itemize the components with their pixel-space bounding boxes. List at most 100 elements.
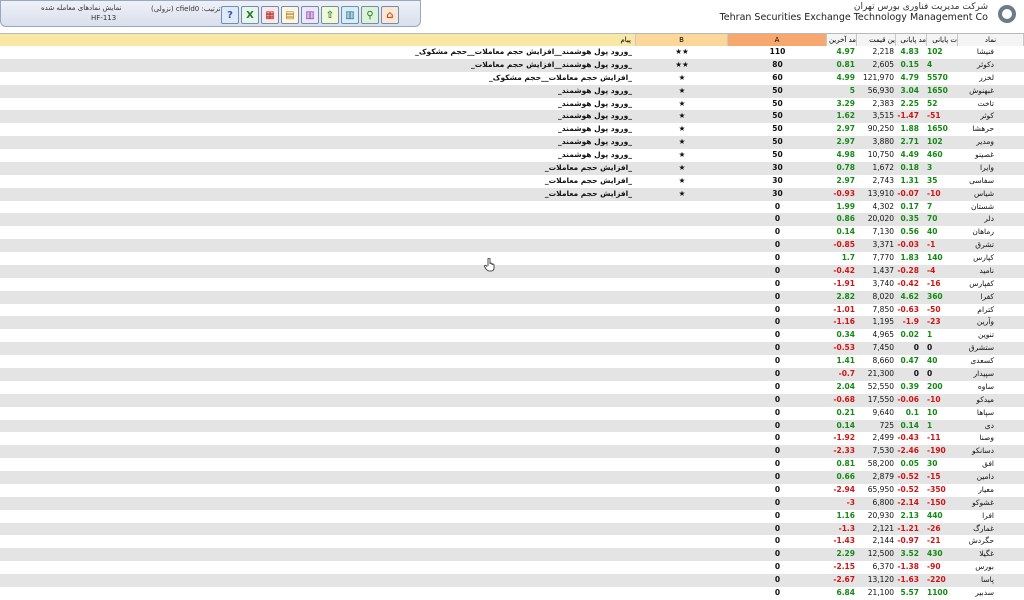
table-row[interactable]: _افزایش حجم معاملات_ ★ 30 0.78 1,672 0.18 3 وای…	[0, 161, 1024, 175]
table-row[interactable]: _ورود پول هوشمند_ ★ 50 1.62 3,515 -1.47 -51 کوث…	[0, 110, 1024, 124]
column-header-last-price[interactable]: ین قیمت	[857, 34, 896, 46]
cell-a: 0	[774, 240, 781, 250]
table-row[interactable]: 0 0.81 58,200 0.05 30 افق	[0, 458, 1024, 472]
column-header-message[interactable]: پیام	[0, 34, 636, 46]
cell-message	[0, 535, 632, 548]
table-row[interactable]: 0 -0.42 1,437 -0.28 -4 نامید	[0, 264, 1024, 278]
cell-last-pct: -3	[846, 497, 855, 507]
table-row[interactable]: 0 0.21 9,640 0.1 10 سپاها	[0, 406, 1024, 420]
cell-a: 0	[774, 407, 781, 417]
table-row[interactable]: 0 -1.91 3,740 -0.42 -16 کفپارس	[0, 277, 1024, 291]
cell-a: 30	[772, 162, 783, 172]
column-header-b[interactable]: B	[636, 34, 728, 46]
cell-b	[636, 510, 728, 523]
column-header-symbol[interactable]: نماد	[958, 34, 1024, 46]
table-row[interactable]: 0 1.16 20,930 2.13 440 افرا	[0, 509, 1024, 523]
cell-close-pct: 0.17	[900, 201, 919, 211]
cell-close-pct: 4.83	[900, 47, 919, 56]
cell-b	[636, 316, 728, 329]
hand-cursor-icon	[484, 258, 495, 272]
cell-last-pct: 0.78	[836, 162, 855, 172]
table-row[interactable]: _ورود پول هوشمند__افزایش حجم معاملات_ ★★ 8…	[0, 58, 1024, 72]
table-row[interactable]: 0 -2.94 65,950 -0.52 -350 معیار	[0, 483, 1024, 497]
cell-close-pct: -1.9	[902, 317, 919, 327]
table-row[interactable]: 0 1.99 4,302 0.17 7 شستان	[0, 200, 1024, 214]
table-row[interactable]: 0 -0.68 17,550 -0.06 -10 میدکو	[0, 393, 1024, 407]
table-row[interactable]: 0 0.14 725 0.14 1 دی	[0, 419, 1024, 433]
table-row[interactable]: 0 -1.43 2,144 -0.97 -21 حگردش	[0, 535, 1024, 549]
cell-last-price: 4,965	[872, 330, 894, 340]
table-row[interactable]: 0 0.34 4,965 0.02 1 تنوین	[0, 329, 1024, 343]
table-row[interactable]: 0 -3 6,800 -2.14 -150 غشوکو	[0, 496, 1024, 510]
show-traded-label[interactable]: نمایش نمادهای معامله شده	[41, 4, 122, 12]
table-row[interactable]: 0 -2.67 13,120 -1.63 -220 پاسا	[0, 574, 1024, 587]
table-row[interactable]: _افزایش حجم معاملات_ ★ 30 -0.93 13,910 -0.07-…	[0, 187, 1024, 201]
table-row[interactable]: 0 0.86 20,020 0.35 70 دلر	[0, 213, 1024, 227]
table-row[interactable]: _ورود پول هوشمند_ ★ 50 2.97 3,880 2.71 102 ومدی…	[0, 136, 1024, 150]
cell-symbol: شستان	[970, 201, 994, 211]
cell-last-pct: -0.93	[833, 188, 855, 198]
table-row[interactable]: _ورود پول هوشمند__افزایش حجم معاملات__حج…	[0, 46, 1024, 59]
cell-last-price: 8,020	[872, 291, 894, 301]
cell-last-pct: -1.43	[833, 536, 855, 546]
table-row[interactable]: _ورود پول هوشمند_ ★ 50 2.97 90,250 1.88 1650 حر…	[0, 123, 1024, 137]
table-row[interactable]: 0 -1.01 7,850 -0.63 -50 کترام	[0, 303, 1024, 317]
cell-last-price: 8,660	[872, 356, 894, 366]
cell-b	[636, 239, 728, 252]
table-row[interactable]: 0 1.41 8,660 0.47 40 کسعدی	[0, 355, 1024, 368]
column-header-a[interactable]: A	[728, 34, 827, 46]
cell-last-price: 121,970	[862, 72, 894, 82]
cell-symbol: غگیلا	[979, 549, 994, 559]
table-row[interactable]: 0 1.7 7,770 1.83 140 کپارس	[0, 252, 1024, 265]
cell-symbol: حگردش	[968, 536, 994, 546]
cell-symbol: غصینو	[975, 150, 994, 160]
table-row[interactable]: 0 -2.33 7,530 -2.46 -190 دسانکو	[0, 445, 1024, 459]
cell-b	[636, 445, 728, 458]
preview-button[interactable]: ▤	[281, 6, 299, 24]
table-row[interactable]: _افزایش حجم معاملات_ ★ 30 2.97 2,743 1.31 35 سف…	[0, 174, 1024, 188]
table-row[interactable]: 0 -0.7 21,300 0 0 سپیدار	[0, 368, 1024, 381]
table-row[interactable]: 0 -1.3 2,121 -1.21 -26 غمارگ	[0, 522, 1024, 536]
table-row[interactable]: 0 2.82 8,020 4.62 360 کفرا	[0, 290, 1024, 304]
table-row[interactable]: 0 0.14 7,130 0.56 40 رماهان	[0, 226, 1024, 240]
table-row[interactable]: 0 -1.92 2,499 -0.43 -11 وصنا	[0, 432, 1024, 446]
table-row[interactable]: _ورود پول هوشمند_ ★ 50 3.29 2,383 2.25 52 تاخت	[0, 97, 1024, 111]
table-row[interactable]: 0 -0.53 7,450 0 0 ستشرق	[0, 342, 1024, 356]
table-row[interactable]: 0 2.29 12,500 3.52 430 غگیلا	[0, 548, 1024, 562]
column-header-last-pct[interactable]: مد آخرین	[827, 34, 857, 46]
cell-last-price: 9,640	[872, 407, 894, 417]
excel-button[interactable]: X	[241, 6, 259, 24]
cell-close-change: 40	[927, 356, 938, 366]
table-row[interactable]: _ورود پول هوشمند_ ★ 50 5 56,930 3.04 1650 غبهنو…	[0, 84, 1024, 98]
cell-last-price: 20,930	[867, 510, 894, 520]
column-header-close-change[interactable]: ت پایانی	[927, 34, 958, 46]
cell-close-change: -90	[927, 562, 941, 572]
cell-close-change: 7	[927, 201, 933, 211]
table-row[interactable]: 0 -0.85 3,371 -0.03 -1 تشرق	[0, 239, 1024, 253]
search-button[interactable]: ⚲	[361, 6, 379, 24]
cell-last-price: 56,930	[867, 85, 894, 95]
table-row[interactable]: 0 0.66 2,879 -0.52 -15 دامین	[0, 471, 1024, 484]
table-row[interactable]: _افزایش حجم معاملات__حجم مشکوک_ ★ 60 4.99 12…	[0, 71, 1024, 85]
cell-symbol: کوثر	[980, 111, 994, 121]
column-header-close-pct[interactable]: مد پایانی	[896, 34, 927, 46]
help-button[interactable]: ?	[221, 6, 239, 24]
home-button[interactable]: ⌂	[381, 6, 399, 24]
cell-last-price: 52,550	[867, 381, 894, 391]
cell-close-pct: 0	[913, 369, 919, 378]
cell-last-pct: 2.97	[836, 137, 855, 147]
table-button[interactable]: ▥	[301, 6, 319, 24]
cell-close-pct: 0.35	[900, 214, 919, 224]
cell-message: _ورود پول هوشمند_	[558, 150, 632, 160]
cell-symbol: وایرا	[979, 162, 994, 172]
columns-button[interactable]: ▥	[341, 6, 359, 24]
grid-button[interactable]: ▦	[261, 6, 279, 24]
cell-symbol: سفاسی	[969, 175, 994, 185]
cell-message	[0, 445, 632, 458]
table-row[interactable]: _ورود پول هوشمند_ ★ 50 4.98 10,750 4.49 460 غصی…	[0, 149, 1024, 162]
table-row[interactable]: 0 2.04 52,550 0.39 200 ساوه	[0, 380, 1024, 394]
table-row[interactable]: 0 -1.16 1,195 -1.9 -23 وآرین	[0, 316, 1024, 330]
table-row[interactable]: 0 -2.15 6,370 -1.38 -90 بورس	[0, 561, 1024, 575]
up-button[interactable]: ⇧	[321, 6, 339, 24]
cell-symbol: معیار	[978, 484, 994, 494]
